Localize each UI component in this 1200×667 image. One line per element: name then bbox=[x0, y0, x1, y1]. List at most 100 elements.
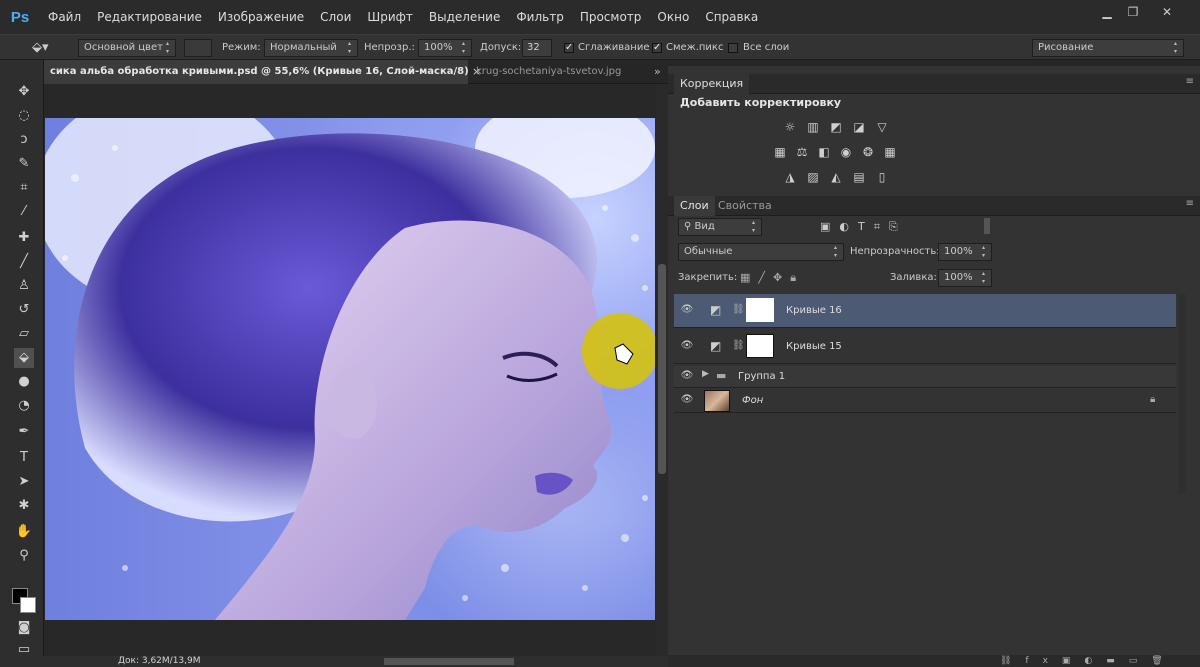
layer-row-curves-15[interactable]: 👁︎ ◩ ⛓ Кривые 15 bbox=[674, 330, 1176, 364]
lock-label: Закрепить: bbox=[678, 272, 738, 283]
tab-properties[interactable]: Свойства bbox=[712, 196, 778, 216]
status-bar: Док: 3,62M/13,9M bbox=[0, 656, 668, 667]
pen-tool-icon[interactable]: ✒ bbox=[14, 422, 34, 442]
hand-tool-icon[interactable]: ✋ bbox=[14, 522, 34, 542]
brush-tool-icon[interactable]: ╱ bbox=[14, 252, 34, 272]
healing-brush-tool-icon[interactable]: ✚ bbox=[14, 228, 34, 248]
active-document-title: сика альба обработка кривыми.psd @ 55,6%… bbox=[50, 66, 468, 77]
link-icon[interactable]: ⛓ bbox=[732, 304, 745, 315]
menu-filter[interactable]: Фильтр bbox=[508, 0, 571, 34]
layer-row-background[interactable]: 👁︎ Фон 🔒︎ bbox=[674, 389, 1176, 413]
layers-scrollbar[interactable] bbox=[1178, 294, 1186, 494]
layers-bottom-toolbar[interactable]: ⛓fx▣◐▬▭🗑︎ bbox=[668, 655, 1200, 667]
document-tab-krug[interactable]: krug-sochetaniya-tsvetov.jpg bbox=[470, 60, 627, 84]
menu-layers[interactable]: Слои bbox=[312, 0, 359, 34]
layer-row-curves-16[interactable]: 👁︎ ◩ ⛓ Кривые 16 bbox=[674, 294, 1176, 328]
document-image[interactable] bbox=[45, 118, 655, 620]
pattern-picker[interactable] bbox=[184, 39, 212, 57]
mode-select[interactable]: Нормальный bbox=[264, 39, 358, 57]
antialias-checkbox[interactable]: ✓ bbox=[564, 43, 574, 53]
all-layers-checkbox[interactable] bbox=[728, 43, 738, 53]
channel-mixer-icon[interactable]: ❂ bbox=[860, 145, 876, 159]
contiguous-checkbox[interactable]: ✓ bbox=[652, 43, 662, 53]
background-thumbnail[interactable] bbox=[704, 390, 730, 412]
gradient-map-icon[interactable]: ▤ bbox=[851, 170, 867, 184]
tolerance-input[interactable]: 32 bbox=[522, 39, 552, 57]
layer-mask-thumbnail[interactable] bbox=[746, 298, 774, 322]
tabs-overflow-icon[interactable]: » bbox=[648, 60, 667, 84]
color-lookup-icon[interactable]: ▦ bbox=[882, 145, 898, 159]
layer-filter-select[interactable]: ⚲ Вид bbox=[678, 218, 762, 236]
selective-color-icon[interactable]: ▯ bbox=[874, 170, 890, 184]
panel-menu-icon[interactable]: ≡ bbox=[1186, 76, 1194, 87]
expand-arrow-icon[interactable]: ▶ bbox=[702, 369, 709, 379]
curves-icon[interactable]: ◩ bbox=[828, 120, 844, 134]
invert-icon[interactable]: ◮ bbox=[782, 170, 798, 184]
menu-select[interactable]: Выделение bbox=[421, 0, 508, 34]
filter-toggle[interactable] bbox=[984, 218, 990, 234]
exposure-icon[interactable]: ◪ bbox=[851, 120, 867, 134]
history-brush-tool-icon[interactable]: ↺ bbox=[14, 300, 34, 320]
fill-source-select[interactable]: Основной цвет bbox=[78, 39, 176, 57]
crop-tool-icon[interactable]: ⌗ bbox=[14, 178, 34, 198]
visibility-eye-icon[interactable]: 👁︎ bbox=[680, 340, 694, 351]
quick-selection-tool-icon[interactable]: ✎ bbox=[14, 154, 34, 174]
menu-image[interactable]: Изображение bbox=[210, 0, 312, 34]
menu-type[interactable]: Шрифт bbox=[359, 0, 421, 34]
menu-window[interactable]: Окно bbox=[649, 0, 697, 34]
layer-filter-icons[interactable]: ▣◐T⌗⎘ bbox=[820, 220, 907, 234]
photo-filter-icon[interactable]: ◉ bbox=[838, 145, 854, 159]
eraser-tool-icon[interactable]: ▱ bbox=[14, 324, 34, 344]
marquee-tool-icon[interactable]: ◌ bbox=[14, 106, 34, 126]
zoom-tool-icon[interactable]: ⚲ bbox=[14, 546, 34, 566]
blend-mode-select[interactable]: Обычные bbox=[678, 243, 844, 261]
type-tool-icon[interactable]: T bbox=[14, 448, 34, 468]
close-window-button[interactable]: ✕ bbox=[1156, 4, 1178, 20]
canvas-vertical-scrollbar[interactable] bbox=[656, 84, 668, 656]
lock-icons[interactable]: ▦╱✥🔒︎ bbox=[740, 271, 804, 285]
visibility-eye-icon[interactable]: 👁︎ bbox=[680, 370, 694, 381]
dodge-tool-icon[interactable]: ◔ bbox=[14, 396, 34, 416]
link-icon[interactable]: ⛓ bbox=[732, 340, 745, 351]
blur-tool-icon[interactable]: ● bbox=[14, 372, 34, 392]
clone-stamp-tool-icon[interactable]: ♙ bbox=[14, 276, 34, 296]
layer-opacity-select[interactable]: 100% bbox=[938, 243, 992, 261]
active-document-tab[interactable]: сика альба обработка кривыми.psd @ 55,6%… bbox=[44, 60, 468, 84]
opacity-select[interactable]: 100% bbox=[418, 39, 472, 57]
visibility-eye-icon[interactable]: 👁︎ bbox=[680, 304, 694, 315]
visibility-eye-icon[interactable]: 👁︎ bbox=[680, 394, 694, 405]
color-balance-icon[interactable]: ⚖ bbox=[794, 145, 810, 159]
layer-mask-thumbnail[interactable] bbox=[746, 334, 774, 358]
fill-select[interactable]: 100% bbox=[938, 269, 992, 287]
vibrance-icon[interactable]: ▽ bbox=[874, 120, 890, 134]
minimize-button[interactable]: ▁ bbox=[1096, 4, 1118, 20]
workspace-select[interactable]: Рисование bbox=[1032, 39, 1184, 57]
hue-saturation-icon[interactable]: ▦ bbox=[772, 145, 788, 159]
threshold-icon[interactable]: ◭ bbox=[828, 170, 844, 184]
options-bar: ⬙▾ Основной цвет Режим: Нормальный Непро… bbox=[0, 34, 1200, 60]
quick-mask-icon[interactable]: ◙ bbox=[14, 618, 34, 638]
move-tool-icon[interactable]: ✥ bbox=[14, 82, 34, 102]
menu-edit[interactable]: Редактирование bbox=[89, 0, 210, 34]
horizontal-scroll-thumb[interactable] bbox=[384, 658, 514, 665]
levels-icon[interactable]: ▥ bbox=[805, 120, 821, 134]
menu-help[interactable]: Справка bbox=[697, 0, 766, 34]
brightness-icon[interactable]: ☼ bbox=[782, 120, 798, 134]
black-white-icon[interactable]: ◧ bbox=[816, 145, 832, 159]
menu-view[interactable]: Просмотр bbox=[572, 0, 650, 34]
posterize-icon[interactable]: ▨ bbox=[805, 170, 821, 184]
correction-tab[interactable]: Коррекция bbox=[674, 74, 750, 94]
paint-bucket-tool-icon[interactable]: ⬙ bbox=[14, 348, 34, 368]
layer-row-group-1[interactable]: 👁︎ ▶ ▬ Группа 1 bbox=[674, 366, 1176, 388]
paint-bucket-preset-icon[interactable]: ⬙▾ bbox=[32, 39, 68, 57]
eyedropper-tool-icon[interactable]: ⁄ bbox=[14, 202, 34, 222]
layers-panel-menu-icon[interactable]: ≡ bbox=[1186, 198, 1194, 209]
background-color-swatch[interactable] bbox=[20, 597, 36, 613]
menu-file[interactable]: Файл bbox=[40, 0, 89, 34]
scroll-thumb[interactable] bbox=[658, 264, 666, 474]
restore-button[interactable]: ❐ bbox=[1122, 4, 1144, 20]
tab-layers[interactable]: Слои bbox=[674, 196, 715, 216]
shape-tool-icon[interactable]: ✱ bbox=[14, 496, 34, 516]
path-selection-tool-icon[interactable]: ➤ bbox=[14, 472, 34, 492]
lasso-tool-icon[interactable]: ↄ bbox=[14, 130, 34, 150]
